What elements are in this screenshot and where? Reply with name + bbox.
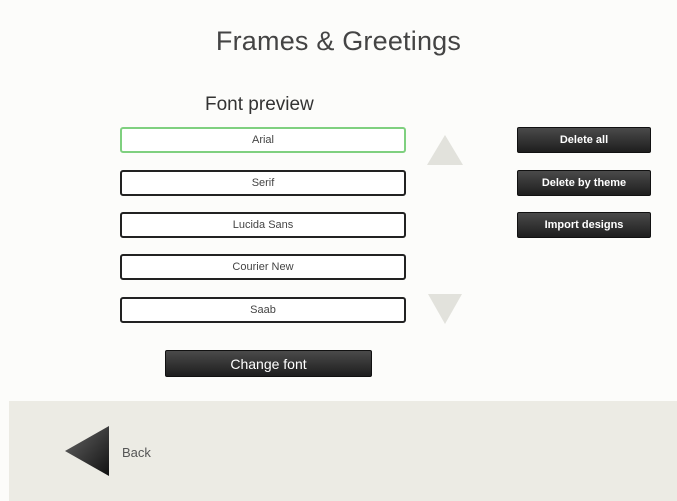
back-label[interactable]: Back bbox=[122, 445, 151, 460]
font-option-courier-new[interactable]: Courier New bbox=[120, 254, 406, 280]
scroll-up-icon[interactable] bbox=[425, 131, 465, 171]
import-designs-button[interactable]: Import designs bbox=[517, 212, 651, 238]
font-option-arial[interactable]: Arial bbox=[120, 127, 406, 153]
font-preview-label: Font preview bbox=[205, 94, 314, 115]
font-option-lucida-sans[interactable]: Lucida Sans bbox=[120, 212, 406, 238]
change-font-button[interactable]: Change font bbox=[165, 350, 372, 377]
font-option-saab[interactable]: Saab bbox=[120, 297, 406, 323]
page-title: Frames & Greetings bbox=[215, 26, 462, 56]
delete-by-theme-button[interactable]: Delete by theme bbox=[517, 170, 651, 196]
font-option-serif[interactable]: Serif bbox=[120, 170, 406, 196]
scroll-down-icon[interactable] bbox=[425, 288, 465, 328]
footer-bar: Back bbox=[9, 401, 677, 501]
delete-all-button[interactable]: Delete all bbox=[517, 127, 651, 153]
back-arrow-icon[interactable] bbox=[61, 423, 117, 479]
